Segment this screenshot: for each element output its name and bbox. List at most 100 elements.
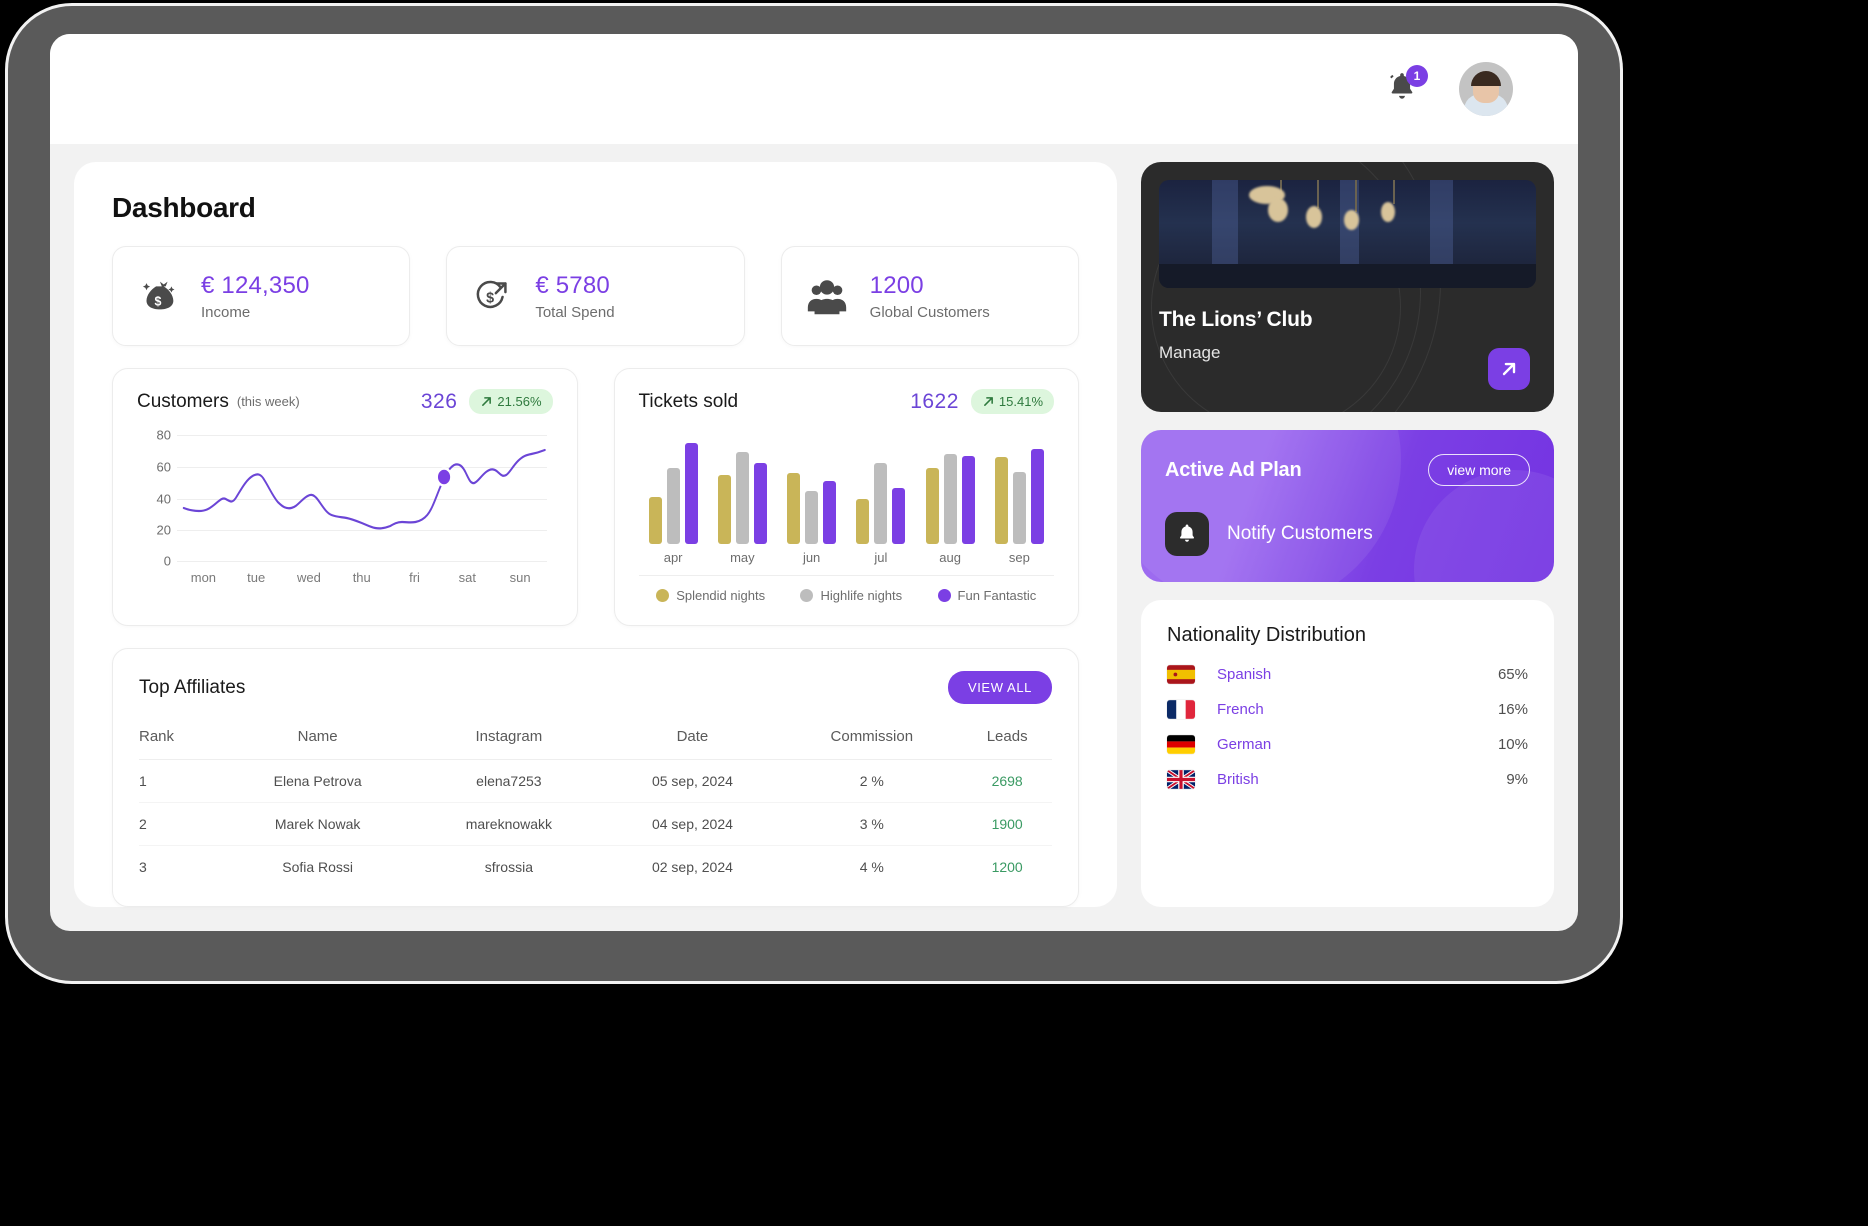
nationality-row[interactable]: German 10% (1167, 735, 1528, 754)
x-tick: jun (802, 550, 821, 565)
affiliates-table-head: Rank Name Instagram Date Commission Lead… (139, 720, 1052, 760)
nationality-percentage: 16% (1497, 701, 1528, 718)
tablet-device: 1 Dashboard $ € 124,350 Income $ € 5780 … (8, 6, 1620, 981)
cell-rank: 1 (139, 773, 147, 789)
tickets-chart-header: Tickets sold 1622 15.41% (639, 389, 1054, 414)
bar[interactable] (925, 467, 939, 544)
legend-swatch-fun-fantastic (937, 589, 951, 602)
customers-y-axis: 80 60 40 20 0 (137, 427, 171, 568)
trend-up-arrow-icon (983, 397, 993, 406)
legend-item[interactable]: Splendid nights (656, 588, 765, 603)
bar[interactable] (892, 488, 906, 544)
stat-value: € 5780 (535, 271, 610, 299)
customers-chart-title: Customers (137, 390, 229, 412)
cell-leads: 1900 (991, 816, 1023, 832)
legend-label: Splendid nights (676, 588, 766, 603)
bar[interactable] (874, 463, 888, 544)
tablet-screen: 1 Dashboard $ € 124,350 Income $ € 5780 … (50, 34, 1578, 931)
customers-line-series (182, 448, 546, 530)
y-tick: 20 (156, 522, 171, 538)
cell-rank: 3 (139, 859, 147, 875)
tickets-x-axis: apr may jun jul aug sep (639, 550, 1055, 565)
customers-total: 326 (420, 389, 458, 413)
tickets-trend-badge: 15.41% (970, 389, 1054, 414)
svg-text:$: $ (155, 295, 162, 309)
arrow-up-right-icon (1502, 362, 1516, 376)
bar[interactable] (753, 463, 767, 544)
cell-commission: 3 % (859, 816, 884, 832)
customers-trend-badge: 21.56% (469, 389, 553, 414)
stat-card-row: $ € 124,350 Income $ € 5780 Total Spend … (112, 246, 1079, 346)
bar[interactable] (1012, 472, 1026, 544)
main-panel: Dashboard $ € 124,350 Income $ € 5780 To… (74, 162, 1117, 907)
bar[interactable] (717, 474, 731, 544)
bar[interactable] (856, 499, 870, 544)
legend-item[interactable]: Fun Fantastic (937, 588, 1036, 603)
stat-card-global-customers[interactable]: 1200 Global Customers (780, 246, 1079, 346)
chart-card-row: Customers (this week) 326 21.56% 80 60 4… (112, 368, 1079, 626)
nationality-percentage: 65% (1497, 666, 1528, 683)
stat-card-total-spend[interactable]: $ € 5780 Total Spend (446, 246, 745, 346)
notification-count-badge: 1 (1406, 65, 1428, 87)
nationality-row[interactable]: Spanish 65% (1167, 665, 1528, 684)
active-ad-plan-card: Active Ad Plan view more Notify Customer… (1141, 430, 1554, 582)
avatar[interactable] (1459, 62, 1513, 116)
cell-leads: 2698 (991, 773, 1023, 789)
x-tick: aug (939, 550, 961, 565)
venue-open-button[interactable] (1488, 348, 1530, 390)
spend-arrow-icon: $ (476, 280, 507, 309)
cell-date: 02 sep, 2024 (651, 859, 733, 875)
table-row[interactable]: 3 Sofia Rossi sfrossia 02 sep, 2024 4 % 1200 (139, 846, 1052, 889)
nationality-row[interactable]: British 9% (1167, 770, 1528, 789)
flag-spain-icon (1167, 665, 1195, 684)
bar-group-aug (916, 432, 985, 544)
bar[interactable] (787, 473, 801, 544)
customers-highlight-point (435, 467, 453, 487)
y-tick: 80 (156, 427, 171, 443)
bar[interactable] (823, 481, 837, 544)
nationality-label: British (1217, 771, 1259, 788)
customers-chart-card: Customers (this week) 326 21.56% 80 60 4… (112, 368, 578, 626)
affiliates-header: Top Affiliates VIEW ALL (139, 671, 1052, 704)
bar[interactable] (805, 491, 819, 544)
bar[interactable] (943, 454, 957, 544)
y-tick: 60 (156, 459, 171, 475)
cell-instagram: sfrossia (484, 859, 533, 875)
x-tick: fri (409, 570, 420, 585)
cell-name: Sofia Rossi (282, 859, 354, 875)
x-tick: wed (297, 570, 321, 585)
cell-leads: 1200 (991, 859, 1023, 875)
bar[interactable] (735, 452, 749, 544)
legend-label: Highlife nights (820, 588, 903, 603)
nationality-row[interactable]: French 16% (1167, 700, 1528, 719)
bar[interactable] (684, 443, 698, 544)
table-row[interactable]: 2 Marek Nowak mareknowakk 04 sep, 2024 3 % 19… (139, 803, 1052, 846)
legend-item[interactable]: Highlife nights (800, 588, 902, 603)
notification-bell-button[interactable]: 1 (1385, 65, 1428, 108)
view-all-button[interactable]: VIEW ALL (947, 671, 1052, 704)
stat-label: Total Spend (535, 303, 615, 321)
bar[interactable] (1030, 448, 1044, 544)
bar-group-jul (846, 432, 915, 544)
table-row[interactable]: 1 Elena Petrova elena7253 05 sep, 2024 2 % 26… (139, 760, 1052, 803)
nationality-percentage: 10% (1497, 736, 1528, 753)
bar[interactable] (961, 455, 975, 544)
column-header-leads: Leads (986, 728, 1028, 745)
bar[interactable] (666, 467, 680, 544)
bar[interactable] (994, 456, 1008, 544)
stat-card-income[interactable]: $ € 124,350 Income (112, 246, 411, 346)
stat-label: Global Customers (869, 303, 990, 321)
bar-group-jun (777, 432, 846, 544)
bar[interactable] (648, 496, 662, 544)
flag-france-icon (1167, 700, 1195, 719)
nationality-percentage: 9% (1506, 771, 1528, 788)
customers-line-plot: 80 60 40 20 0 (137, 427, 553, 568)
column-header-name: Name (297, 728, 338, 745)
svg-text:$: $ (486, 291, 494, 307)
nationality-label: French (1217, 701, 1264, 718)
side-panel: The Lions’ Club Manage Active Ad Plan vi… (1141, 162, 1554, 907)
nationality-title: Nationality Distribution (1167, 624, 1366, 646)
bar-group-sep (985, 432, 1054, 544)
customers-plot-area (177, 430, 547, 562)
stat-value: 1200 (869, 271, 924, 299)
